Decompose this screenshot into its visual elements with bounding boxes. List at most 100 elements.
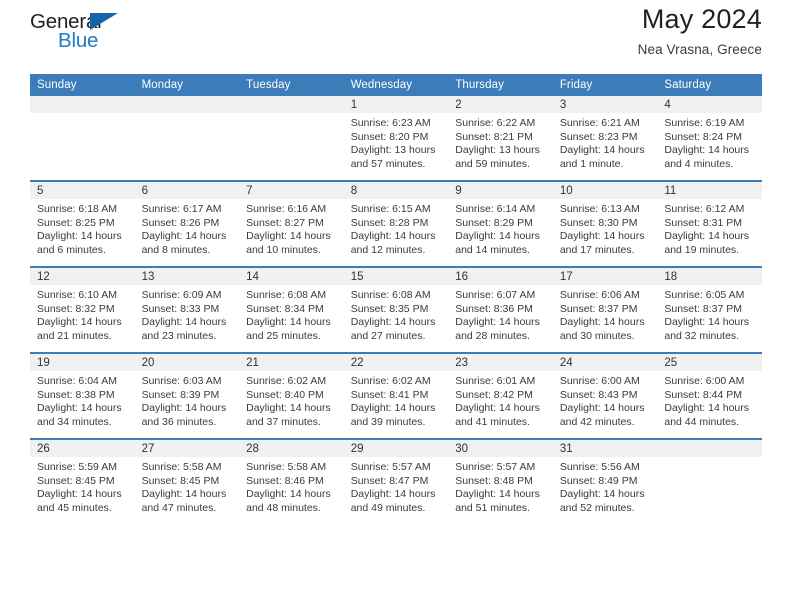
sunset-text: Sunset: 8:37 PM <box>664 302 743 315</box>
calendar-table: Sunday Monday Tuesday Wednesday Thursday… <box>30 74 762 524</box>
day-cell[interactable]: 28 Sunrise: 5:58 AM Sunset: 8:46 PM Dayl… <box>239 438 344 524</box>
sunrise-text: Sunrise: 6:08 AM <box>246 289 327 301</box>
day-cell[interactable] <box>657 438 762 524</box>
logo-triangle-icon <box>90 13 118 30</box>
day-cell[interactable]: 3 Sunrise: 6:21 AM Sunset: 8:23 PM Dayli… <box>552 96 658 181</box>
day-cell[interactable]: 4 Sunrise: 6:19 AM Sunset: 8:24 PM Dayli… <box>657 96 762 181</box>
day-cell[interactable]: 14 Sunrise: 6:08 AM Sunset: 8:34 PM Dayl… <box>239 266 344 353</box>
day-cell[interactable]: 27 Sunrise: 5:58 AM Sunset: 8:45 PM Dayl… <box>134 438 240 524</box>
day-cell[interactable]: 26 Sunrise: 5:59 AM Sunset: 8:45 PM Dayl… <box>30 438 135 524</box>
sunset-text: Sunset: 8:38 PM <box>37 388 115 401</box>
calendar-week-row: 12 Sunrise: 6:10 AM Sunset: 8:32 PM Dayl… <box>30 266 762 353</box>
day-details: Sunrise: 6:13 AM Sunset: 8:30 PM Dayligh… <box>553 199 658 257</box>
day-cell[interactable]: 21 Sunrise: 6:02 AM Sunset: 8:40 PM Dayl… <box>239 352 344 439</box>
daylight-text-line2: and 21 minutes. <box>37 329 112 342</box>
day-cell[interactable]: 10 Sunrise: 6:13 AM Sunset: 8:30 PM Dayl… <box>552 180 658 267</box>
day-number <box>239 96 344 113</box>
day-cell[interactable]: 20 Sunrise: 6:03 AM Sunset: 8:39 PM Dayl… <box>134 352 240 439</box>
sunset-text: Sunset: 8:29 PM <box>455 216 533 229</box>
day-cell[interactable]: 2 Sunrise: 6:22 AM Sunset: 8:21 PM Dayli… <box>448 96 553 181</box>
day-number <box>30 96 135 113</box>
calendar-header-row: Sunday Monday Tuesday Wednesday Thursday… <box>30 74 762 96</box>
daylight-text-line2: and 4 minutes. <box>664 157 734 170</box>
day-details: Sunrise: 6:19 AM Sunset: 8:24 PM Dayligh… <box>657 113 762 171</box>
sunset-text: Sunset: 8:40 PM <box>246 388 324 401</box>
day-cell[interactable]: 8 Sunrise: 6:15 AM Sunset: 8:28 PM Dayli… <box>343 180 449 267</box>
weekday-header-saturday: Saturday <box>657 74 762 96</box>
daylight-text-line1: Daylight: 14 hours <box>455 488 540 501</box>
day-details: Sunrise: 6:05 AM Sunset: 8:37 PM Dayligh… <box>657 285 762 343</box>
day-details: Sunrise: 6:06 AM Sunset: 8:37 PM Dayligh… <box>553 285 658 343</box>
day-number: 20 <box>134 354 240 371</box>
day-number: 15 <box>343 268 449 285</box>
day-cell[interactable]: 25 Sunrise: 6:00 AM Sunset: 8:44 PM Dayl… <box>657 352 762 439</box>
daylight-text-line1: Daylight: 14 hours <box>246 488 331 501</box>
day-cell[interactable]: 29 Sunrise: 5:57 AM Sunset: 8:47 PM Dayl… <box>343 438 449 524</box>
day-cell[interactable] <box>30 96 135 181</box>
day-number: 11 <box>657 182 762 199</box>
sunset-text: Sunset: 8:24 PM <box>664 130 743 143</box>
daylight-text-line2: and 48 minutes. <box>246 501 321 514</box>
daylight-text-line1: Daylight: 14 hours <box>141 230 227 243</box>
sunrise-text: Sunrise: 6:09 AM <box>141 289 222 301</box>
day-number: 7 <box>239 182 344 199</box>
day-number: 22 <box>343 354 449 371</box>
day-cell[interactable]: 12 Sunrise: 6:10 AM Sunset: 8:32 PM Dayl… <box>30 266 135 353</box>
sunrise-text: Sunrise: 5:57 AM <box>455 461 536 473</box>
sunset-text: Sunset: 8:36 PM <box>455 302 533 315</box>
day-cell[interactable]: 13 Sunrise: 6:09 AM Sunset: 8:33 PM Dayl… <box>134 266 240 353</box>
day-cell[interactable] <box>134 96 240 181</box>
daylight-text-line2: and 23 minutes. <box>141 329 217 342</box>
sunrise-text: Sunrise: 6:01 AM <box>455 375 536 387</box>
daylight-text-line2: and 1 minute. <box>559 157 624 170</box>
day-cell[interactable]: 31 Sunrise: 5:56 AM Sunset: 8:49 PM Dayl… <box>552 438 658 524</box>
day-details: Sunrise: 5:57 AM Sunset: 8:47 PM Dayligh… <box>344 457 449 515</box>
weekday-header-monday: Monday <box>134 74 240 96</box>
day-cell[interactable]: 1 Sunrise: 6:23 AM Sunset: 8:20 PM Dayli… <box>343 96 449 181</box>
day-cell[interactable]: 18 Sunrise: 6:05 AM Sunset: 8:37 PM Dayl… <box>657 266 762 353</box>
daylight-text-line1: Daylight: 14 hours <box>664 230 750 243</box>
day-cell[interactable]: 24 Sunrise: 6:00 AM Sunset: 8:43 PM Dayl… <box>552 352 658 439</box>
daylight-text-line1: Daylight: 14 hours <box>664 402 750 415</box>
daylight-text-line2: and 25 minutes. <box>246 329 321 342</box>
weekday-header-sunday: Sunday <box>30 74 135 96</box>
sunset-text: Sunset: 8:49 PM <box>559 474 638 487</box>
daylight-text-line2: and 28 minutes. <box>455 329 530 342</box>
daylight-text-line1: Daylight: 14 hours <box>37 488 122 501</box>
day-cell[interactable]: 6 Sunrise: 6:17 AM Sunset: 8:26 PM Dayli… <box>134 180 240 267</box>
sunrise-text: Sunrise: 6:21 AM <box>559 117 640 129</box>
sunset-text: Sunset: 8:44 PM <box>664 388 743 401</box>
day-cell[interactable] <box>239 96 344 181</box>
day-details: Sunrise: 6:08 AM Sunset: 8:34 PM Dayligh… <box>239 285 344 343</box>
day-details: Sunrise: 6:00 AM Sunset: 8:44 PM Dayligh… <box>657 371 762 429</box>
calendar-week-row: 26 Sunrise: 5:59 AM Sunset: 8:45 PM Dayl… <box>30 438 762 524</box>
weekday-header-thursday: Thursday <box>448 74 553 96</box>
day-cell[interactable]: 5 Sunrise: 6:18 AM Sunset: 8:25 PM Dayli… <box>30 180 135 267</box>
daylight-text-line1: Daylight: 14 hours <box>664 144 750 157</box>
sunset-text: Sunset: 8:34 PM <box>246 302 324 315</box>
sunset-text: Sunset: 8:46 PM <box>246 474 324 487</box>
daylight-text-line1: Daylight: 14 hours <box>350 488 436 501</box>
day-cell[interactable]: 7 Sunrise: 6:16 AM Sunset: 8:27 PM Dayli… <box>239 180 344 267</box>
day-cell[interactable]: 30 Sunrise: 5:57 AM Sunset: 8:48 PM Dayl… <box>448 438 553 524</box>
sunrise-text: Sunrise: 5:58 AM <box>246 461 327 473</box>
sunset-text: Sunset: 8:45 PM <box>141 474 220 487</box>
day-cell[interactable]: 16 Sunrise: 6:07 AM Sunset: 8:36 PM Dayl… <box>448 266 553 353</box>
day-cell[interactable]: 23 Sunrise: 6:01 AM Sunset: 8:42 PM Dayl… <box>448 352 553 439</box>
daylight-text-line1: Daylight: 14 hours <box>664 316 750 329</box>
day-cell[interactable]: 19 Sunrise: 6:04 AM Sunset: 8:38 PM Dayl… <box>30 352 135 439</box>
daylight-text-line2: and 39 minutes. <box>350 415 426 428</box>
day-number: 30 <box>448 440 553 457</box>
general-blue-logo[interactable]: General Blue <box>30 10 150 56</box>
day-number: 16 <box>448 268 553 285</box>
daylight-text-line2: and 42 minutes. <box>559 415 635 428</box>
day-cell[interactable]: 17 Sunrise: 6:06 AM Sunset: 8:37 PM Dayl… <box>552 266 658 353</box>
sunset-text: Sunset: 8:37 PM <box>559 302 638 315</box>
day-cell[interactable]: 11 Sunrise: 6:12 AM Sunset: 8:31 PM Dayl… <box>657 180 762 267</box>
sunrise-text: Sunrise: 6:02 AM <box>350 375 431 387</box>
daylight-text-line1: Daylight: 14 hours <box>37 230 122 243</box>
day-cell[interactable]: 22 Sunrise: 6:02 AM Sunset: 8:41 PM Dayl… <box>343 352 449 439</box>
daylight-text-line2: and 37 minutes. <box>246 415 321 428</box>
day-cell[interactable]: 15 Sunrise: 6:08 AM Sunset: 8:35 PM Dayl… <box>343 266 449 353</box>
day-cell[interactable]: 9 Sunrise: 6:14 AM Sunset: 8:29 PM Dayli… <box>448 180 553 267</box>
